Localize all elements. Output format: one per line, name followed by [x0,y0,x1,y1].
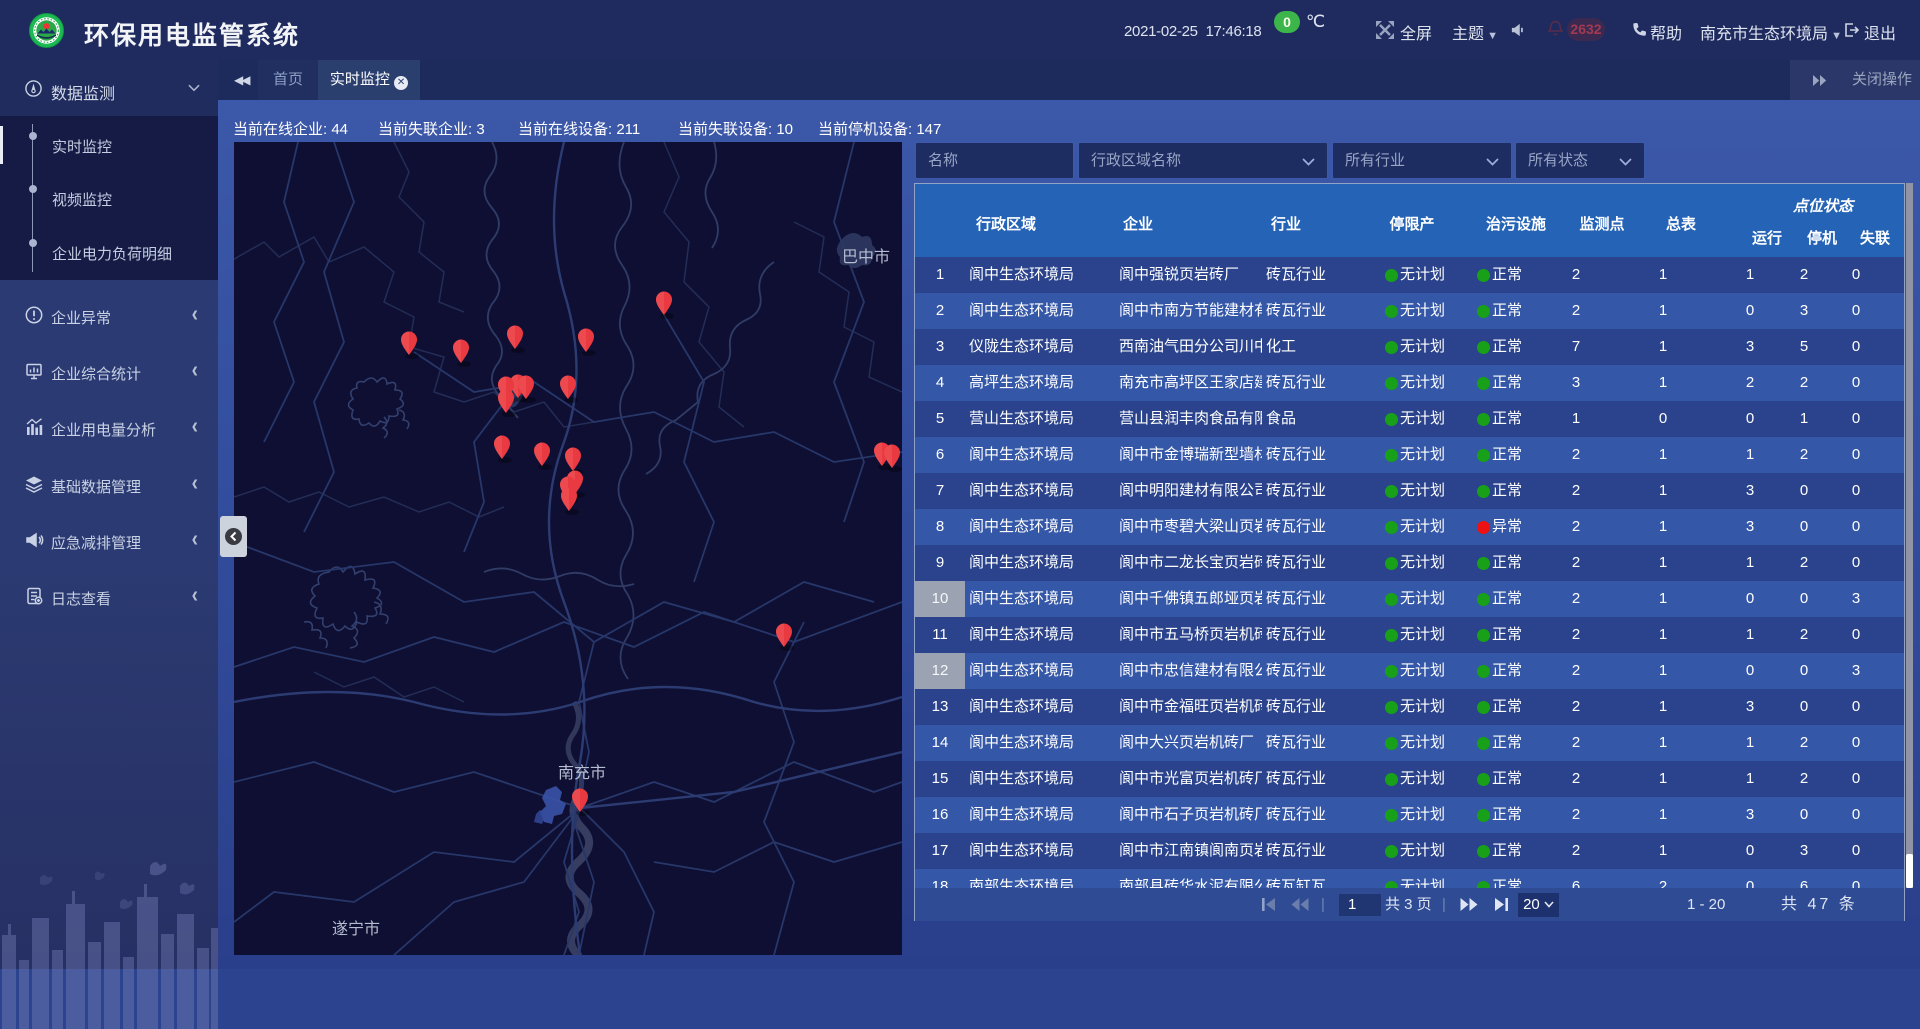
svg-text:南充市: 南充市 [558,764,606,782]
svg-text:遂宁市: 遂宁市 [332,920,380,938]
svg-text:巴中市: 巴中市 [842,248,890,266]
